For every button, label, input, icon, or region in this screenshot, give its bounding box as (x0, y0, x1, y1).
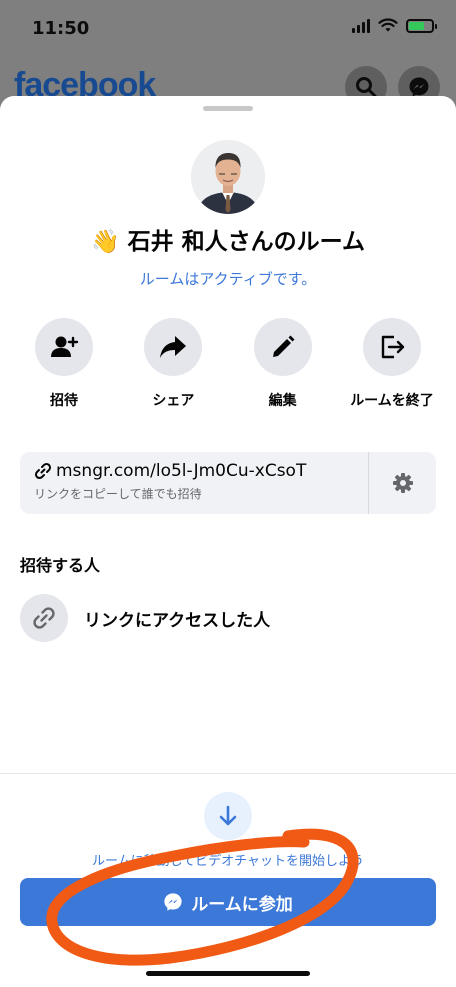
room-link: msngr.com/lo5l-Jm0Cu-xCsoT (34, 461, 368, 481)
link-icon (34, 462, 52, 480)
copy-link-hint: リンクをコピーして誰でも招待 (34, 487, 202, 501)
invite-option-label: リンクにアクセスした人 (84, 610, 271, 631)
move-to-room-hint: ルームに移動してビデオチャットを開始しよう (91, 854, 365, 869)
signal-icon (352, 18, 370, 33)
room-status: ルームはアクティブです。 (139, 270, 317, 288)
join-room-label: ルームに参加 (191, 894, 293, 914)
wifi-icon (378, 18, 398, 32)
room-title-text: 石井 和人さんのルーム (127, 229, 365, 255)
link-icon (33, 607, 55, 629)
end-room-label: ルームを終了 (350, 393, 434, 409)
status-bar: 11:50 (0, 0, 456, 56)
invite-option-icon-wrap (20, 594, 68, 642)
scroll-down-button[interactable] (204, 792, 252, 840)
join-room-button[interactable]: ルームに参加 (20, 878, 436, 926)
invite-label: 招待 (50, 393, 78, 409)
status-icons (352, 18, 437, 33)
wave-emoji: 👋 (91, 229, 120, 255)
arrow-down-icon (219, 805, 237, 826)
invite-button[interactable] (35, 318, 93, 376)
host-avatar (191, 140, 265, 214)
edit-button[interactable] (253, 318, 312, 376)
invite-option-link-access[interactable]: リンクにアクセスした人 (20, 594, 270, 642)
link-settings-button[interactable] (369, 452, 436, 514)
gear-icon (392, 473, 413, 493)
share-arrow-icon (160, 336, 187, 358)
room-link-url: msngr.com/lo5l-Jm0Cu-xCsoT (56, 461, 307, 481)
room-sheet: 👋 石井 和人さんのルーム ルームはアクティブです。 招待 シェア 編集 ルーム… (0, 96, 456, 987)
end-room-button[interactable] (362, 318, 421, 376)
invite-section-title: 招待する人 (20, 556, 101, 575)
room-link-box[interactable]: msngr.com/lo5l-Jm0Cu-xCsoT リンクをコピーして誰でも招… (20, 452, 436, 514)
status-time: 11:50 (32, 18, 90, 39)
pencil-icon (272, 335, 295, 357)
room-title: 👋 石井 和人さんのルーム (0, 222, 456, 256)
share-action[interactable]: シェア (119, 318, 227, 410)
battery-icon (406, 18, 437, 33)
invite-action[interactable]: 招待 (10, 318, 118, 410)
copy-link-area[interactable]: msngr.com/lo5l-Jm0Cu-xCsoT リンクをコピーして誰でも招… (20, 452, 369, 514)
sheet-grabber[interactable] (203, 106, 253, 111)
room-actions: 招待 シェア 編集 ルームを終了 (10, 318, 446, 410)
home-indicator (146, 971, 310, 976)
share-button[interactable] (144, 318, 203, 376)
edit-action[interactable]: 編集 (229, 318, 337, 410)
exit-door-icon (381, 335, 405, 359)
edit-label: 編集 (268, 393, 297, 409)
footer-divider (0, 773, 456, 774)
search-icon (356, 77, 377, 98)
share-label: シェア (152, 393, 195, 409)
messenger-icon (164, 893, 182, 911)
end-room-action[interactable]: ルームを終了 (338, 318, 446, 410)
add-person-icon (51, 336, 79, 357)
messenger-icon (409, 77, 429, 97)
